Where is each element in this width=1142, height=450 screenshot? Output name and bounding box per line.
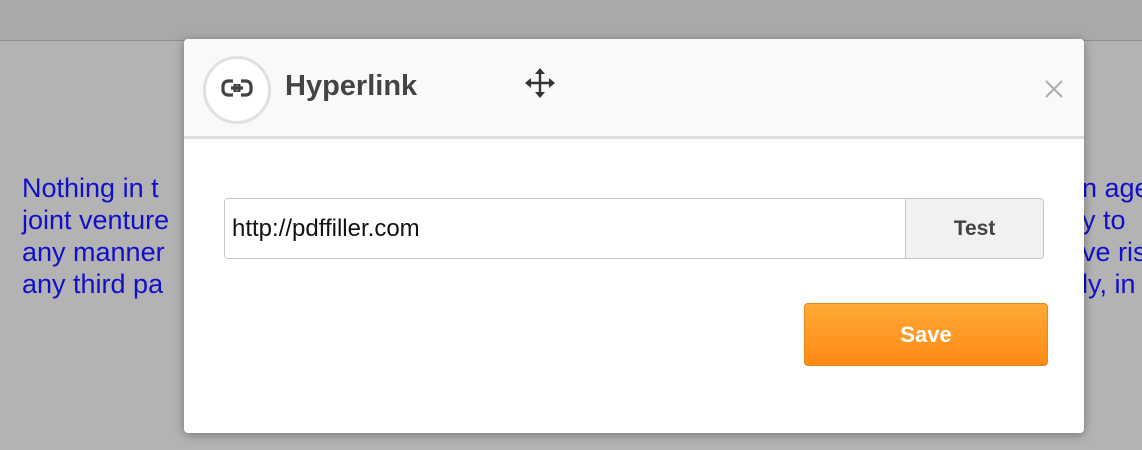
document-line: any third pa	[22, 269, 164, 299]
move-icon[interactable]	[525, 68, 555, 98]
hyperlink-dialog: Hyperlink Test Save	[184, 39, 1084, 433]
document-line: any manner	[22, 237, 165, 267]
url-input-group: Test	[224, 198, 1044, 259]
header-icon-badge	[203, 56, 271, 124]
dialog-title: Hyperlink	[285, 70, 418, 102]
test-button[interactable]: Test	[905, 199, 1043, 258]
document-text-left: Nothing in t joint venture any manner an…	[22, 172, 169, 300]
save-button[interactable]: Save	[804, 303, 1048, 366]
url-input[interactable]	[225, 199, 905, 258]
document-line: n age	[1082, 173, 1142, 203]
document-line: ly, in	[1082, 269, 1136, 299]
document-line: y to	[1082, 205, 1126, 235]
top-toolbar	[0, 0, 1142, 41]
document-line: joint venture	[22, 205, 170, 235]
document-line: Nothing in t	[22, 173, 159, 203]
document-text-right: n age y to ve ris ly, in	[1082, 172, 1142, 300]
document-line: ve ris	[1082, 237, 1142, 267]
dialog-header: Hyperlink	[184, 39, 1084, 139]
link-icon	[221, 78, 253, 102]
close-icon[interactable]	[1044, 79, 1064, 99]
